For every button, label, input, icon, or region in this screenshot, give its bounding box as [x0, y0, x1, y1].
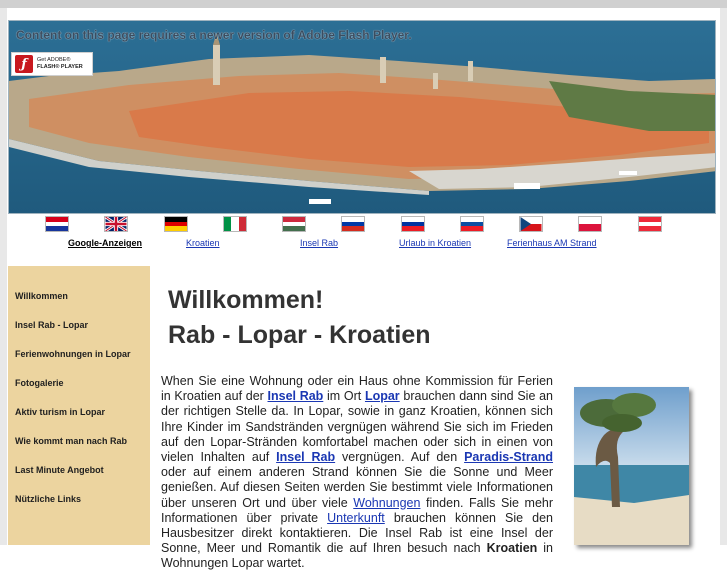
nav-item-insel-rab-lopar[interactable]: Insel Rab - Lopar	[15, 320, 88, 330]
flash-button-line1: Get ADOBE®	[37, 57, 71, 63]
flash-notice-text: Content on this page requires a newer ve…	[16, 28, 412, 42]
ad-link-ferienhaus-am-strand[interactable]: Ferienhaus AM Strand	[507, 238, 597, 248]
page-subtitle: Rab - Lopar - Kroatien	[168, 321, 431, 349]
left-border	[0, 8, 7, 545]
croatia-flag-stripe	[46, 226, 68, 231]
italy-flag-icon[interactable]	[223, 216, 247, 232]
italy-flag-stripe	[238, 217, 246, 231]
nav-item-aktiv-turism[interactable]: Aktiv turism in Lopar	[15, 407, 105, 417]
austria-flag-stripe	[639, 226, 661, 231]
ad-link-insel-rab[interactable]: Insel Rab	[300, 238, 338, 248]
nav-item-nuetzliche-links[interactable]: Nützliche Links	[15, 494, 81, 504]
poland-flag-icon[interactable]	[578, 216, 602, 232]
slovakia-flag-icon[interactable]	[460, 216, 484, 232]
croatia-flag-icon[interactable]	[45, 216, 69, 232]
nav-item-wie-kommt-man[interactable]: Wie kommt man nach Rab	[15, 436, 127, 446]
kroatien-bold: Kroatien	[486, 541, 538, 556]
beach-tree-graphic	[574, 387, 689, 545]
italy-flag-stripe	[231, 217, 239, 231]
russia-flag-icon[interactable]	[341, 216, 365, 232]
austria-flag-icon[interactable]	[638, 216, 662, 232]
germany-flag-icon[interactable]	[164, 216, 188, 232]
top-border	[0, 0, 727, 8]
link-lopar[interactable]: Lopar	[365, 389, 400, 403]
flash-logo-icon: ƒ	[15, 55, 33, 73]
italy-flag-stripe	[224, 217, 232, 231]
page-title: Willkommen!	[168, 286, 324, 314]
uk-flag-icon[interactable]	[104, 216, 128, 232]
czech-flag-icon[interactable]	[519, 216, 543, 232]
beach-tree-photo	[574, 387, 689, 545]
header-banner: Content on this page requires a newer ve…	[8, 20, 716, 214]
nav-item-willkommen[interactable]: Willkommen	[15, 291, 68, 301]
link-wohnungen[interactable]: Wohnungen	[353, 496, 420, 510]
poland-flag-stripe	[579, 224, 601, 231]
slovakia-flag-stripe	[461, 226, 483, 231]
ad-link-urlaub-in-kroatien[interactable]: Urlaub in Kroatien	[399, 238, 471, 248]
nav-item-last-minute[interactable]: Last Minute Angebot	[15, 465, 104, 475]
nav-item-ferienwohnungen[interactable]: Ferienwohnungen in Lopar	[15, 349, 131, 359]
hungary-flag-icon[interactable]	[282, 216, 306, 232]
flash-button-line2: FLASH® PLAYER	[37, 64, 83, 70]
russia-flag-stripe	[342, 226, 364, 231]
right-border	[720, 8, 727, 545]
czech-flag-graphic	[520, 217, 542, 231]
poland-flag-stripe	[579, 217, 601, 224]
sidebar-nav: Willkommen Insel Rab - Lopar Ferienwohnu…	[8, 266, 150, 545]
link-paradis-strand[interactable]: Paradis-Strand	[464, 450, 553, 464]
link-insel-rab[interactable]: Insel Rab	[268, 389, 324, 403]
link-insel-rab-2[interactable]: Insel Rab	[276, 450, 335, 464]
slovenia-flag-icon[interactable]	[401, 216, 425, 232]
germany-flag-stripe	[165, 226, 187, 231]
ad-link-kroatien[interactable]: Kroatien	[186, 238, 220, 248]
uk-flag-graphic	[105, 217, 127, 231]
intro-paragraph: When Sie eine Wohnung oder ein Haus ohne…	[161, 374, 554, 571]
rab-town-aerial-image	[9, 21, 715, 213]
get-flash-player-button[interactable]: ƒ Get ADOBE® FLASH® PLAYER	[11, 52, 93, 76]
link-unterkunft[interactable]: Unterkunft	[327, 511, 385, 525]
google-ads-title[interactable]: Google-Anzeigen	[68, 238, 142, 248]
slovenia-flag-stripe	[402, 226, 424, 231]
nav-item-fotogalerie[interactable]: Fotogalerie	[15, 378, 64, 388]
hungary-flag-stripe	[283, 226, 305, 231]
